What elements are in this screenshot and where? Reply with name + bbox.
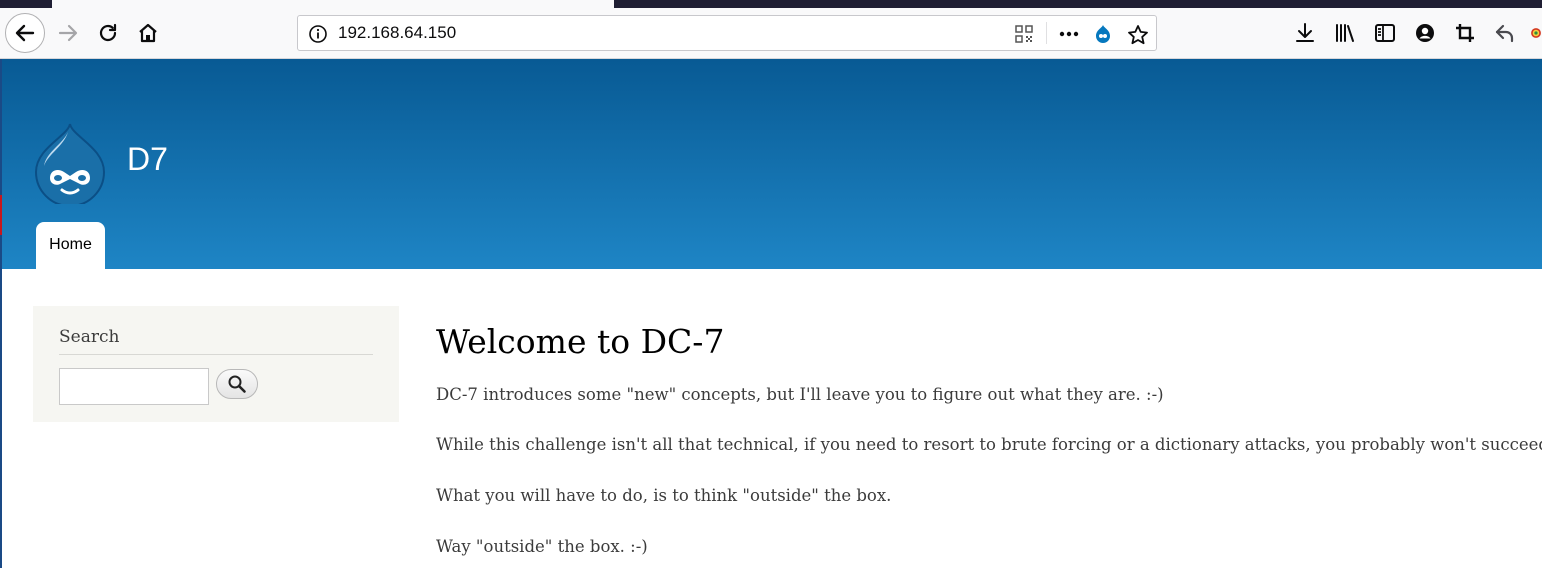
urlbar-separator [1046, 22, 1047, 44]
content-paragraph: What you will have to do, is to think "o… [436, 486, 892, 505]
extension-button[interactable] [1530, 18, 1542, 48]
block-divider [59, 354, 373, 355]
forward-arrow-icon [58, 24, 78, 42]
content-paragraph: DC-7 introduces some "new" concepts, but… [436, 385, 1164, 404]
bookmark-star-icon[interactable] [1127, 24, 1149, 46]
forward-button[interactable] [53, 18, 83, 48]
site-name[interactable]: D7 [127, 141, 168, 178]
library-button[interactable] [1330, 18, 1360, 48]
tab-strip [0, 0, 1542, 8]
info-icon[interactable] [308, 24, 328, 44]
library-icon [1336, 24, 1354, 42]
active-tab[interactable] [52, 0, 614, 8]
back-arrow-icon [15, 24, 35, 42]
nav-tab-label: Home [49, 236, 92, 253]
account-icon [1416, 24, 1434, 42]
extension-icon [1531, 28, 1541, 38]
drupal-icon[interactable] [1093, 24, 1113, 44]
undo-icon [1495, 24, 1514, 43]
download-icon [1296, 23, 1314, 42]
url-text[interactable]: 192.168.64.150 [338, 23, 456, 43]
crop-icon [1456, 24, 1474, 42]
search-button[interactable] [216, 369, 258, 399]
search-block-title: Search [59, 327, 120, 347]
home-icon [139, 23, 157, 43]
undo-button[interactable] [1490, 18, 1520, 48]
sidebar-search-block: Search [33, 306, 399, 422]
site-header: D7 Home [2, 59, 1542, 269]
reload-icon [99, 23, 117, 42]
page-actions-icon[interactable] [1058, 24, 1080, 44]
account-button[interactable] [1410, 18, 1440, 48]
browser-toolbar: 192.168.64.150 [0, 8, 1542, 59]
back-button[interactable] [5, 13, 45, 53]
content-paragraph: While this challenge isn't all that tech… [436, 435, 1542, 454]
screenshot-button[interactable] [1450, 18, 1480, 48]
content-paragraph: Way "outside" the box. :-) [436, 537, 648, 556]
home-button[interactable] [133, 18, 163, 48]
search-input[interactable] [59, 368, 209, 405]
reload-button[interactable] [93, 18, 123, 48]
downloads-button[interactable] [1290, 18, 1320, 48]
url-bar[interactable]: 192.168.64.150 [297, 15, 1157, 51]
page-title: Welcome to DC-7 [436, 322, 725, 361]
nav-tab-home[interactable]: Home [36, 222, 105, 269]
drupal-logo[interactable] [30, 122, 110, 204]
qr-code-icon[interactable] [1014, 24, 1034, 44]
sidebar-button[interactable] [1370, 18, 1400, 48]
sidebar-icon [1375, 24, 1395, 42]
search-icon [228, 375, 246, 393]
